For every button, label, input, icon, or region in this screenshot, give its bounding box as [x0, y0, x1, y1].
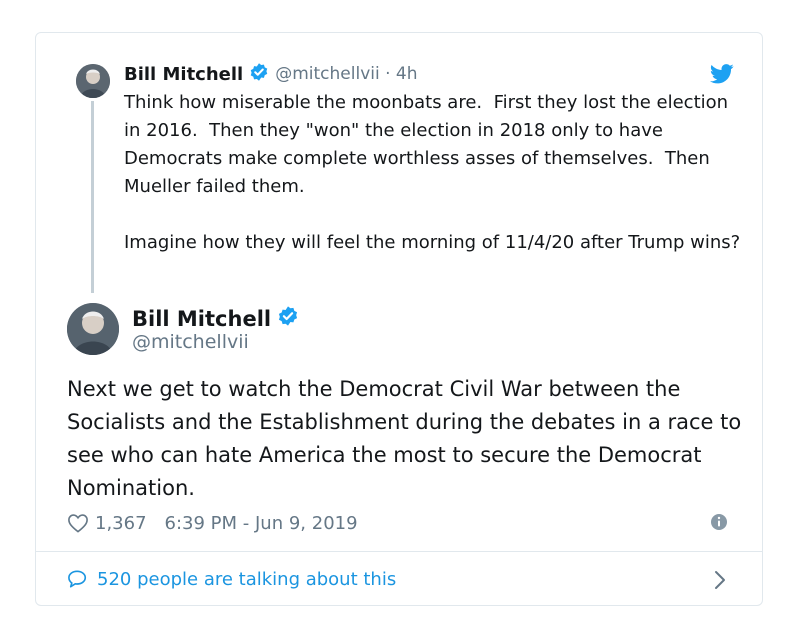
talking-about-link[interactable]: 520 people are talking about this: [67, 565, 396, 593]
speech-bubble-icon: [67, 569, 89, 589]
footer-divider: [36, 551, 762, 552]
main-author-name-row: Bill Mitchell: [132, 305, 299, 332]
like-count[interactable]: 1,367: [95, 513, 147, 534]
embedded-tweet-card: Bill Mitchell @mitchellvii · 4h Think ho…: [35, 32, 763, 606]
info-icon[interactable]: [710, 513, 728, 531]
twitter-bird-icon[interactable]: [709, 64, 734, 86]
chevron-right-icon[interactable]: [714, 570, 726, 590]
quoted-author-name[interactable]: Bill Mitchell: [124, 64, 243, 85]
tweet-meta-row: 1,367 6:39 PM - Jun 9, 2019: [67, 509, 358, 537]
heart-icon[interactable]: [67, 513, 89, 533]
verified-icon: [277, 305, 299, 332]
quoted-handle-time[interactable]: @mitchellvii · 4h: [275, 64, 417, 84]
main-tweet-text: Next we get to watch the Democrat Civil …: [67, 377, 742, 500]
tweet-timestamp[interactable]: 6:39 PM - Jun 9, 2019: [165, 513, 358, 534]
main-author-name[interactable]: Bill Mitchell: [132, 307, 271, 331]
main-author-avatar[interactable]: [67, 303, 119, 355]
quoted-tweet-text: Think how miserable the moonbats are. Fi…: [124, 92, 741, 253]
quoted-author-avatar[interactable]: [76, 64, 110, 98]
quoted-tweet-header: Bill Mitchell @mitchellvii · 4h: [124, 61, 418, 87]
talking-about-label[interactable]: 520 people are talking about this: [97, 569, 396, 590]
thread-connector-line: [91, 101, 94, 293]
verified-icon: [249, 62, 269, 86]
main-author-handle[interactable]: @mitchellvii: [132, 331, 249, 353]
